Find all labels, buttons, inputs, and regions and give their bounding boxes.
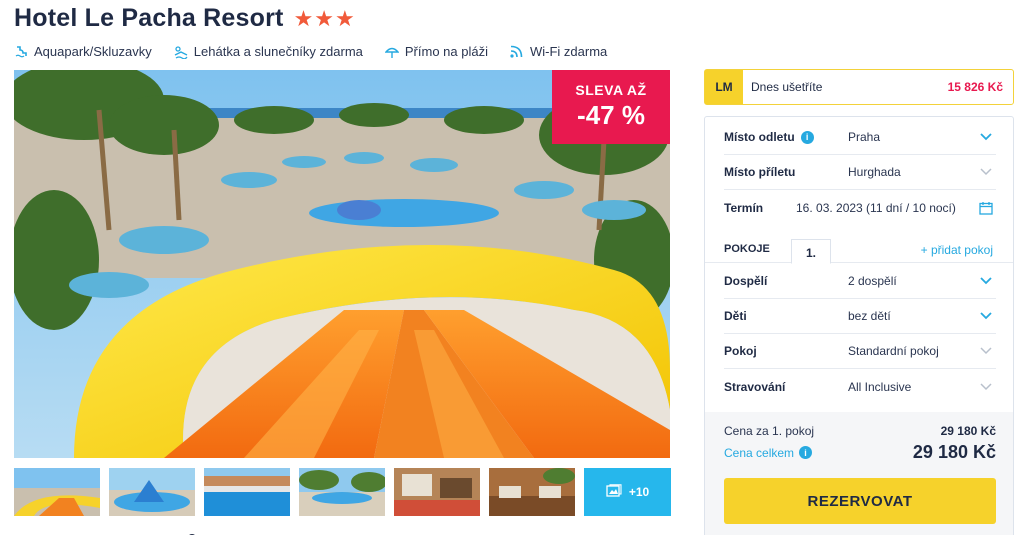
- sunbed-icon: [174, 45, 188, 59]
- lm-saving-amount: 15 826 Kč: [947, 80, 1003, 94]
- photo-thumbnails: +10: [14, 468, 671, 516]
- info-icon[interactable]: i: [800, 130, 814, 144]
- more-photos-button[interactable]: +10: [584, 468, 671, 516]
- add-room-link[interactable]: + přidat pokoj: [921, 243, 993, 257]
- discount-label: SLEVA AŽ: [575, 82, 647, 98]
- board-value: All Inclusive: [848, 379, 912, 394]
- term-value: 16. 03. 2023 (11 dní / 10 nocí): [796, 200, 956, 215]
- total-price-row: Cena celkem i 29 180 Kč: [724, 442, 996, 463]
- children-label: Děti: [724, 309, 747, 323]
- main-hotel-photo[interactable]: SLEVA AŽ -47 %: [14, 70, 670, 458]
- amenity-wifi: Wi-Fi zdarma: [510, 44, 607, 59]
- thumbnail-1[interactable]: [14, 468, 100, 516]
- amenity-label: Lehátka a slunečníky zdarma: [193, 44, 363, 59]
- lm-badge: LM: [705, 70, 743, 104]
- total-price-label[interactable]: Cena celkem: [724, 446, 794, 460]
- chevron-down-icon: [976, 133, 996, 141]
- booking-panel: Místo odletu i Praha Místo příletu Hurgha…: [704, 116, 1014, 535]
- term-select[interactable]: Termín 16. 03. 2023 (11 dní / 10 nocí): [724, 190, 996, 225]
- room-price-value: 29 180 Kč: [940, 424, 996, 438]
- adults-value: 2 dospělí: [848, 274, 897, 288]
- chevron-down-icon: [976, 347, 996, 355]
- lm-text: Dnes ušetříte: [751, 80, 823, 94]
- info-icon[interactable]: i: [799, 446, 813, 459]
- more-photos-count: +10: [628, 485, 650, 499]
- beach-umbrella-icon: [384, 45, 399, 59]
- tab-room-1[interactable]: 1.: [791, 239, 831, 264]
- thumbnail-6[interactable]: [489, 468, 575, 516]
- thumbnail-5[interactable]: [394, 468, 480, 516]
- amenity-beach: Přímo na pláži: [384, 44, 488, 59]
- truncated-content: [14, 527, 264, 535]
- reserve-button[interactable]: REZERVOVAT: [724, 478, 996, 524]
- amenities-list: Aquapark/Skluzavky Lehátka a slunečníky …: [14, 44, 607, 59]
- amenity-label: Wi-Fi zdarma: [529, 44, 608, 59]
- price-summary: Cena za 1. pokoj 29 180 Kč Cena celkem i …: [705, 412, 1013, 535]
- children-select[interactable]: Děti bez dětí: [724, 299, 996, 334]
- room-label: Pokoj: [724, 344, 757, 358]
- thumbnail-4[interactable]: [299, 468, 385, 516]
- term-label: Termín: [724, 200, 764, 215]
- total-price-value: 29 180 Kč: [912, 442, 996, 462]
- arrival-value: Hurghada: [848, 165, 901, 179]
- adults-label: Dospělí: [724, 274, 768, 288]
- amenity-label: Aquapark/Skluzavky: [34, 44, 152, 59]
- amenity-aquapark: Aquapark/Skluzavky: [14, 44, 152, 59]
- arrival-label: Místo příletu: [724, 165, 796, 179]
- lastminute-savings: LM Dnes ušetříte 15 826 Kč: [704, 69, 1014, 105]
- hotel-title: Hotel Le Pacha Resort ★★★: [14, 4, 356, 33]
- discount-badge: SLEVA AŽ -47 %: [552, 70, 670, 144]
- departure-label: Místo odletu: [724, 130, 795, 144]
- room-type-select[interactable]: Pokoj Standardní pokoj: [724, 334, 996, 369]
- rooms-label: POKOJE: [724, 243, 770, 255]
- chevron-down-icon: [976, 312, 996, 320]
- adults-select[interactable]: Dospělí 2 dospělí: [724, 264, 996, 299]
- amenity-sunbeds: Lehátka a slunečníky zdarma: [174, 44, 363, 59]
- children-value: bez dětí: [848, 309, 891, 323]
- room-price-label: Cena za 1. pokoj: [724, 424, 815, 438]
- chevron-down-icon: [976, 168, 996, 176]
- hotel-name: Hotel Le Pacha Resort: [14, 4, 284, 32]
- board-label: Stravování: [724, 379, 786, 394]
- amenity-label: Přímo na pláži: [404, 44, 488, 59]
- gallery-icon: [606, 483, 622, 501]
- wifi-icon: [510, 45, 524, 59]
- star-rating: ★★★: [293, 5, 356, 31]
- departure-value: Praha: [848, 130, 881, 144]
- room-value: Standardní pokoj: [848, 344, 939, 358]
- chevron-down-icon: [976, 382, 996, 391]
- discount-value: -47 %: [577, 100, 645, 130]
- board-select[interactable]: Stravování All Inclusive: [724, 369, 996, 404]
- aquapark-icon: [14, 45, 28, 59]
- arrival-select[interactable]: Místo příletu Hurghada: [724, 155, 996, 190]
- thumbnail-3[interactable]: [204, 468, 290, 516]
- departure-select[interactable]: Místo odletu i Praha: [724, 120, 996, 155]
- thumbnail-2[interactable]: [109, 468, 195, 516]
- chevron-down-icon: [976, 277, 996, 285]
- rooms-header: POKOJE 1. + přidat pokoj: [705, 235, 1013, 264]
- calendar-icon: [976, 201, 996, 215]
- room-price-row: Cena za 1. pokoj 29 180 Kč: [724, 424, 996, 438]
